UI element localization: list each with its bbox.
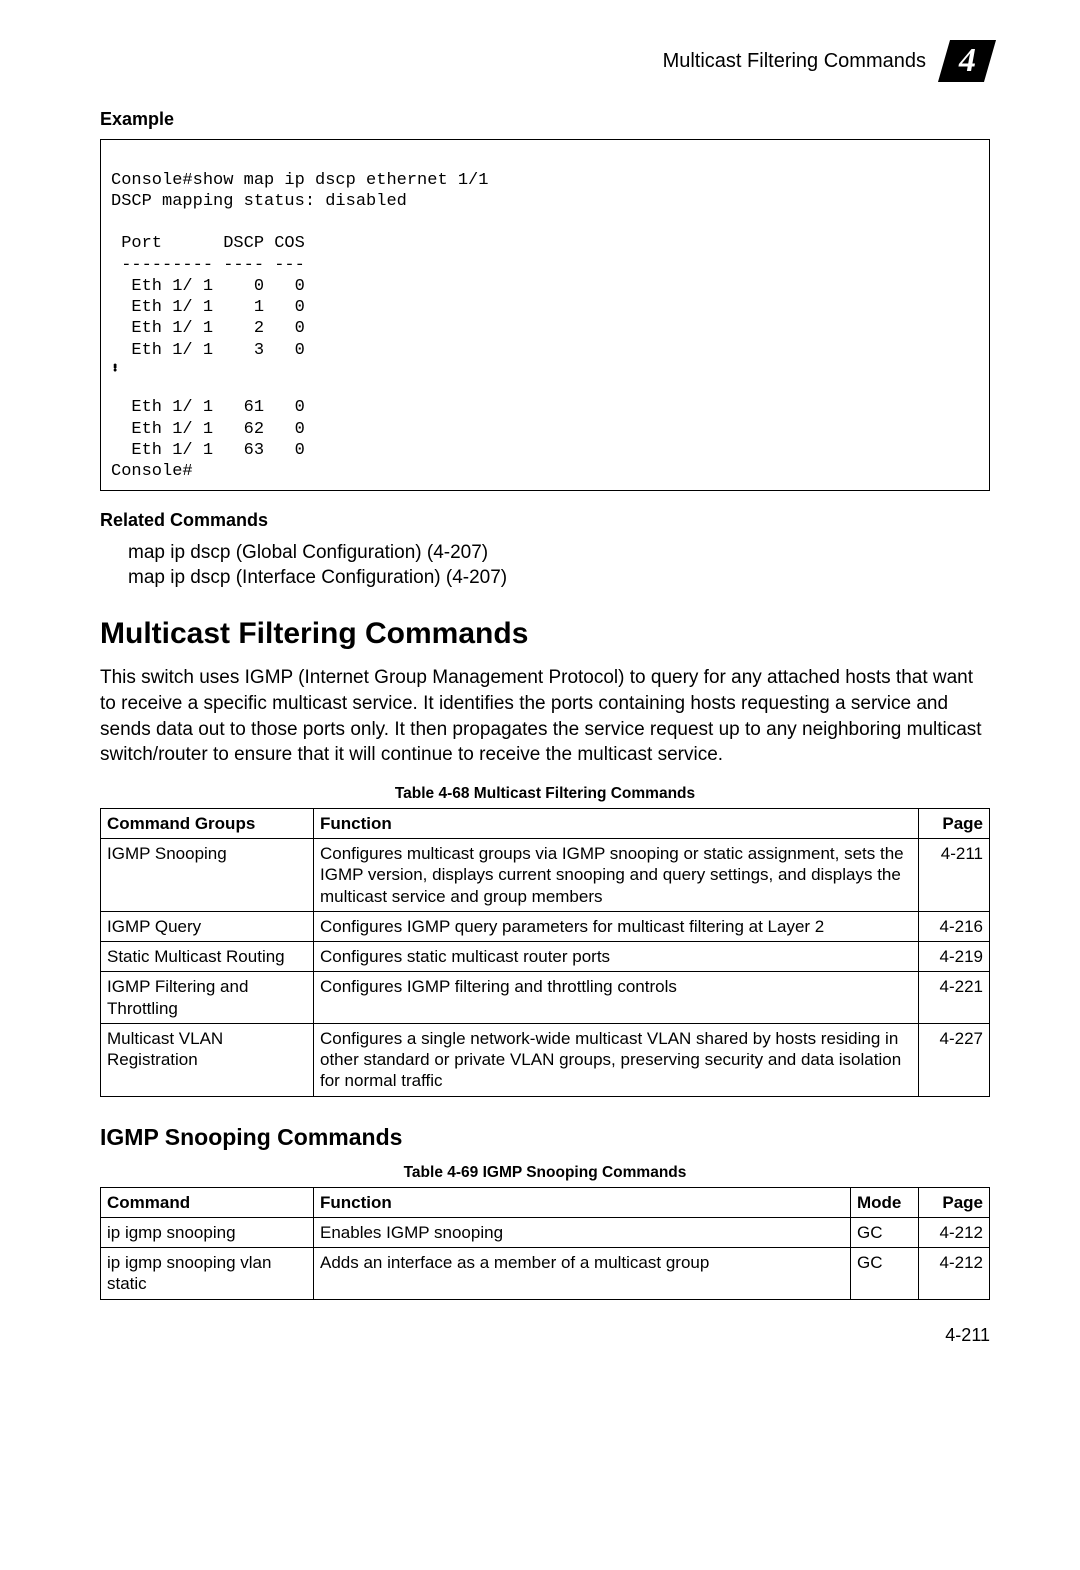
th-function: Function: [314, 808, 919, 838]
chapter-badge: 4: [938, 40, 996, 82]
cell-cmdgroup: Multicast VLAN Registration: [101, 1023, 314, 1096]
cell-function: Configures multicast groups via IGMP sno…: [314, 839, 919, 912]
th-mode: Mode: [851, 1187, 919, 1217]
cell-mode: GC: [851, 1217, 919, 1247]
table-row: Multicast VLAN Registration Configures a…: [101, 1023, 990, 1096]
table-header-row: Command Groups Function Page: [101, 808, 990, 838]
table-row: Static Multicast Routing Configures stat…: [101, 942, 990, 972]
cell-cmdgroup: Static Multicast Routing: [101, 942, 314, 972]
cell-command: ip igmp snooping vlan static: [101, 1248, 314, 1300]
table-row: ip igmp snooping vlan static Adds an int…: [101, 1248, 990, 1300]
cell-function: Configures IGMP filtering and throttling…: [314, 972, 919, 1024]
th-page: Page: [919, 808, 990, 838]
th-page: Page: [919, 1187, 990, 1217]
cell-mode: GC: [851, 1248, 919, 1300]
table-row: IGMP Snooping Configures multicast group…: [101, 839, 990, 912]
cell-function: Configures a single network-wide multica…: [314, 1023, 919, 1096]
code-bottom: Eth 1/ 1 61 0 Eth 1/ 1 62 0 Eth 1/ 1 63 …: [111, 398, 305, 481]
code-top: Console#show map ip dscp ethernet 1/1 DS…: [111, 171, 488, 360]
table68-caption: Table 4-68 Multicast Filtering Commands: [100, 784, 990, 804]
table-multicast-filtering: Command Groups Function Page IGMP Snoopi…: [100, 808, 990, 1097]
page-number: 4-211: [100, 1324, 990, 1347]
example-label: Example: [100, 108, 990, 131]
cell-page: 4-221: [919, 972, 990, 1024]
cell-page: 4-212: [919, 1217, 990, 1247]
sub-heading: IGMP Snooping Commands: [100, 1123, 990, 1153]
table-header-row: Command Function Mode Page: [101, 1187, 990, 1217]
main-heading: Multicast Filtering Commands: [100, 614, 990, 653]
th-function: Function: [314, 1187, 851, 1217]
table-row: IGMP Query Configures IGMP query paramet…: [101, 911, 990, 941]
related-item: map ip dscp (Interface Configuration) (4…: [128, 566, 990, 591]
header-title: Multicast Filtering Commands: [663, 48, 926, 74]
table-igmp-snooping: Command Function Mode Page ip igmp snoop…: [100, 1187, 990, 1300]
cell-cmdgroup: IGMP Filtering and Throttling: [101, 972, 314, 1024]
table-row: ip igmp snooping Enables IGMP snooping G…: [101, 1217, 990, 1247]
cell-function: Configures static multicast router ports: [314, 942, 919, 972]
cell-command: ip igmp snooping: [101, 1217, 314, 1247]
cell-function: Configures IGMP query parameters for mul…: [314, 911, 919, 941]
related-label: Related Commands: [100, 509, 990, 532]
related-commands-list: map ip dscp (Global Configuration) (4-20…: [128, 541, 990, 590]
th-command-groups: Command Groups: [101, 808, 314, 838]
ellipsis-icon: ●●●: [113, 365, 979, 372]
page-header: Multicast Filtering Commands 4: [100, 40, 990, 82]
cell-function: Adds an interface as a member of a multi…: [314, 1248, 851, 1300]
cell-page: 4-211: [919, 839, 990, 912]
example-code-block: Console#show map ip dscp ethernet 1/1 DS…: [100, 139, 990, 491]
cell-page: 4-212: [919, 1248, 990, 1300]
related-item: map ip dscp (Global Configuration) (4-20…: [128, 541, 990, 566]
cell-page: 4-219: [919, 942, 990, 972]
cell-page: 4-216: [919, 911, 990, 941]
cell-function: Enables IGMP snooping: [314, 1217, 851, 1247]
table69-caption: Table 4-69 IGMP Snooping Commands: [100, 1163, 990, 1183]
chapter-number: 4: [959, 39, 976, 83]
intro-paragraph: This switch uses IGMP (Internet Group Ma…: [100, 665, 990, 768]
th-command: Command: [101, 1187, 314, 1217]
cell-cmdgroup: IGMP Snooping: [101, 839, 314, 912]
cell-page: 4-227: [919, 1023, 990, 1096]
cell-cmdgroup: IGMP Query: [101, 911, 314, 941]
table-row: IGMP Filtering and Throttling Configures…: [101, 972, 990, 1024]
